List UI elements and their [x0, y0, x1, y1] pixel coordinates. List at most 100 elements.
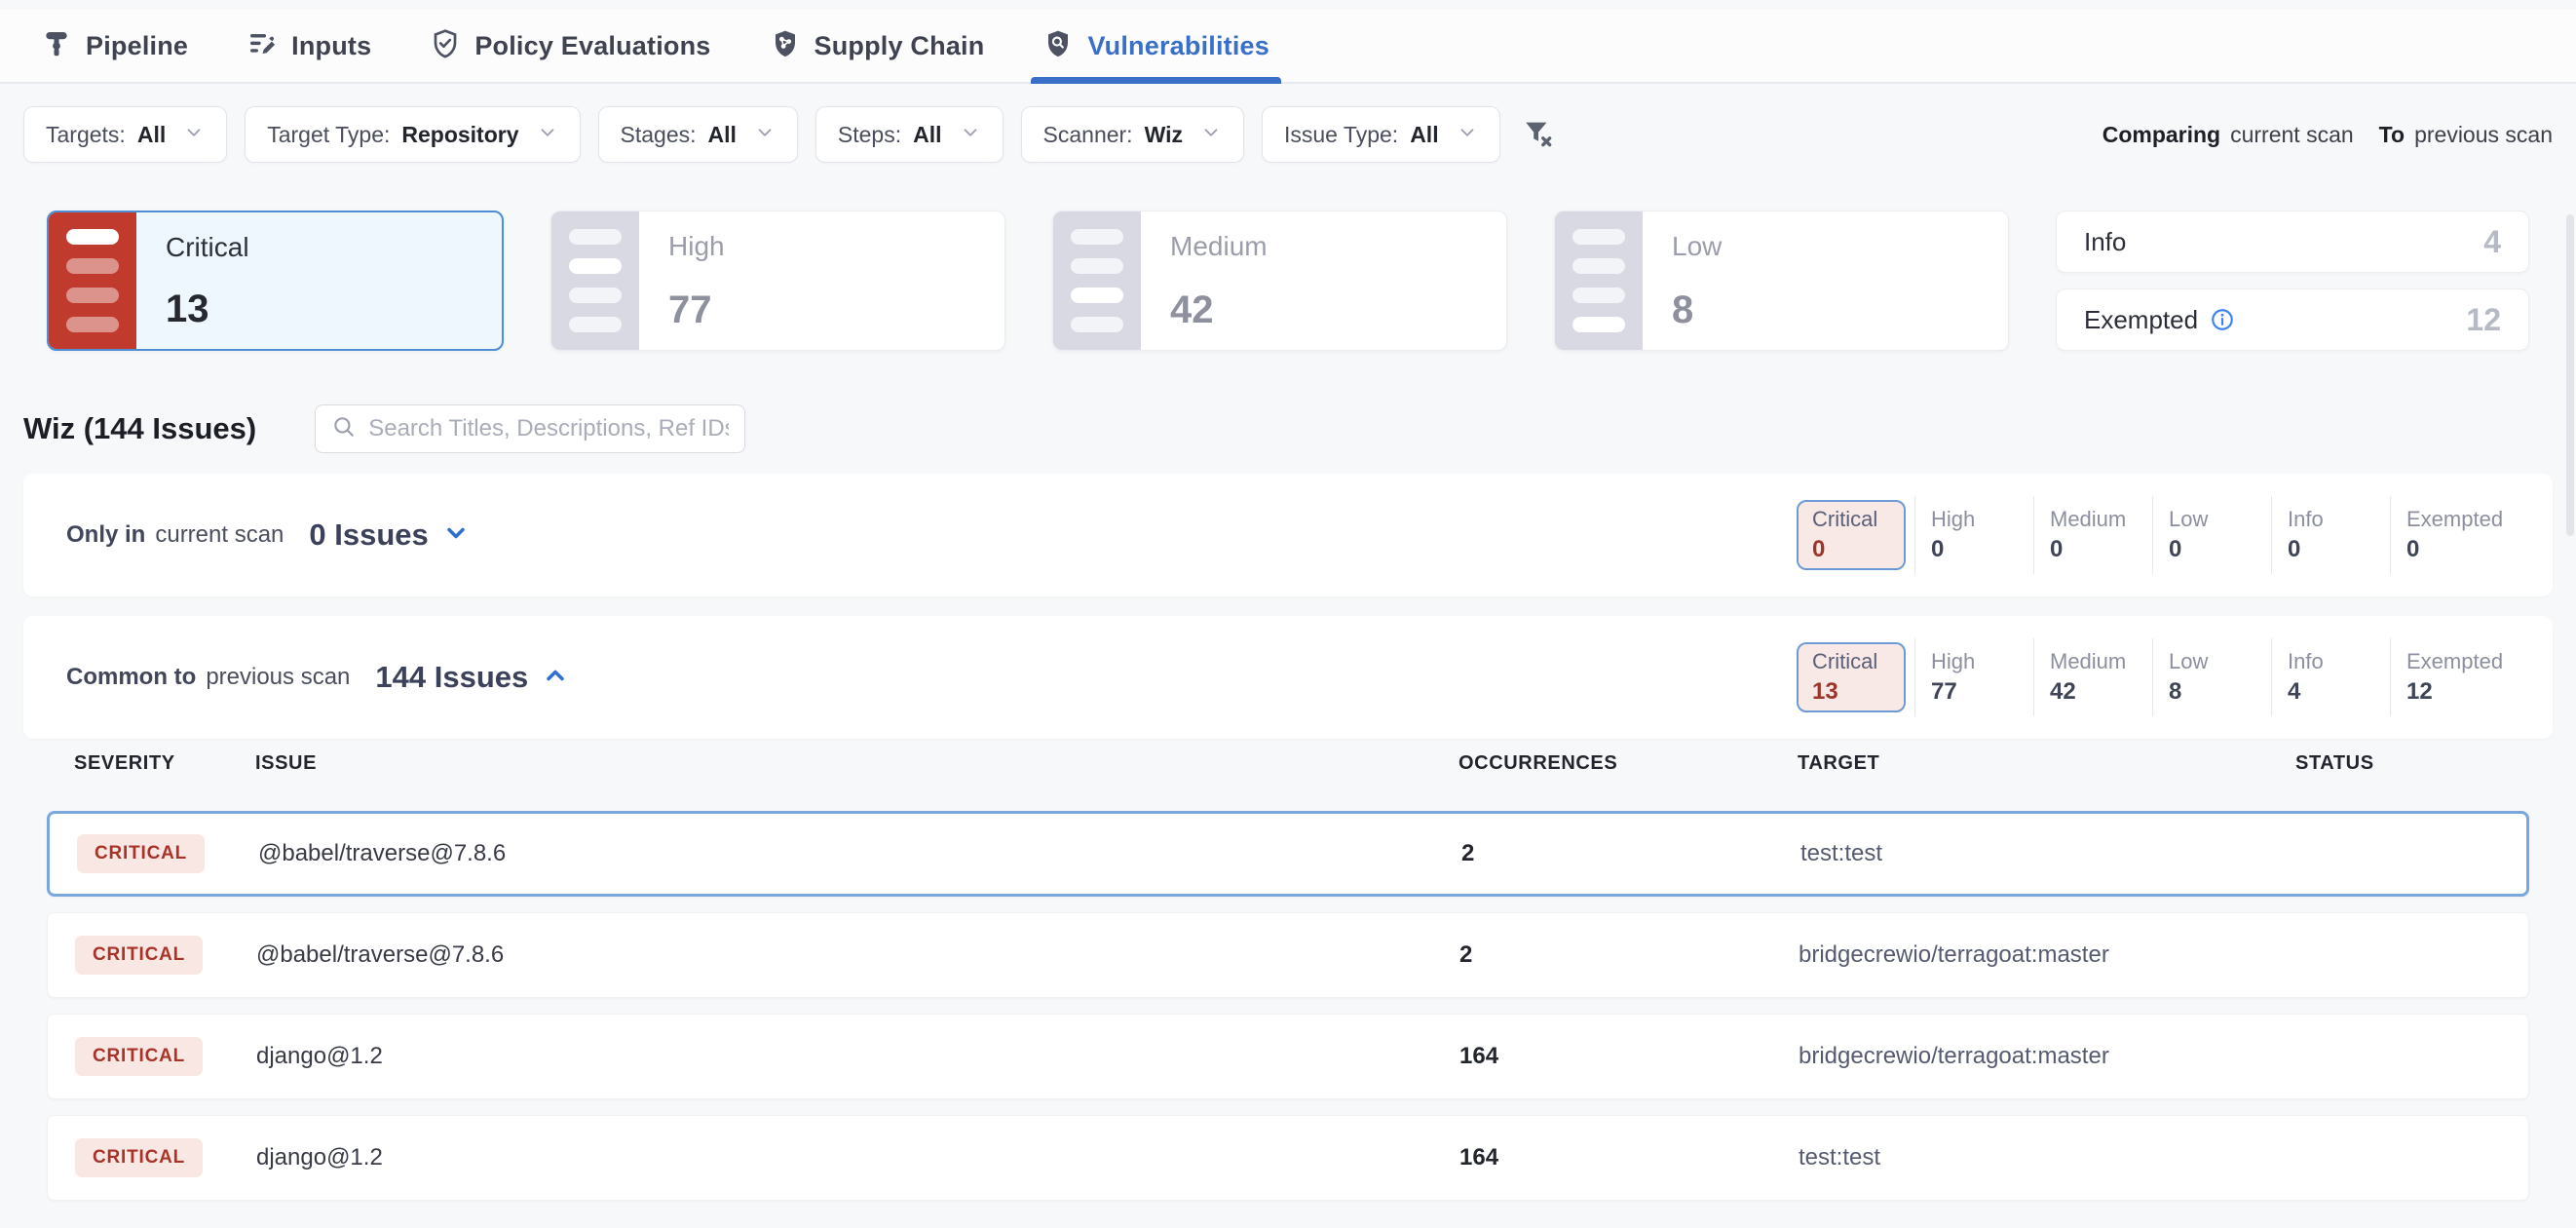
filter-value: All: [708, 122, 737, 148]
target-cell: test:test: [1799, 1144, 1880, 1171]
count-value: 42: [2050, 678, 2152, 706]
search-input[interactable]: [368, 415, 729, 442]
filter-label: Target Type:: [267, 122, 390, 148]
count-medium[interactable]: Medium 0: [2034, 496, 2153, 574]
info-icon[interactable]: [2210, 307, 2235, 332]
clear-filters-button[interactable]: [1522, 117, 1555, 153]
count-value: 0: [2288, 536, 2390, 563]
chevron-down-icon: [954, 122, 981, 148]
comparing-bar: Comparing current scan To previous scan: [2102, 122, 2553, 148]
current-scan-selector[interactable]: current scan: [2230, 122, 2354, 148]
filter-value: All: [137, 122, 166, 148]
only-in-issues-toggle[interactable]: 0 Issues: [309, 518, 469, 553]
count-label: High: [1931, 649, 2033, 674]
occurrences-cell: 164: [1459, 1144, 1498, 1171]
previous-scan-selector[interactable]: previous scan: [2414, 122, 2553, 148]
severity-card-count: 13: [166, 288, 249, 331]
count-label: Critical: [1812, 507, 1904, 532]
common-to-issues-toggle[interactable]: 144 Issues: [375, 660, 569, 695]
count-low[interactable]: Low 0: [2153, 496, 2272, 574]
section-label: current scan: [155, 521, 284, 549]
severity-card-low[interactable]: Low 8: [1554, 211, 2009, 351]
tab-vulnerabilities[interactable]: Vulnerabilities: [1042, 10, 1269, 82]
pipeline-icon: [41, 28, 72, 64]
top-tab-bar: Pipeline Inputs Policy Evaluations Suppl…: [0, 10, 2576, 84]
severity-card-label: Medium: [1170, 231, 1268, 262]
results-title: Wiz (144 Issues): [23, 411, 256, 446]
severity-card-critical[interactable]: Critical 13: [47, 211, 504, 351]
severity-card-count: 77: [668, 288, 725, 332]
issue-cell: @babel/traverse@7.8.6: [256, 941, 504, 969]
count-label: Medium: [2050, 649, 2152, 674]
section-label: previous scan: [206, 664, 350, 691]
count-value: 0: [1812, 536, 1904, 563]
filter-targets[interactable]: Targets: All: [23, 106, 227, 163]
filter-target-type[interactable]: Target Type: Repository: [245, 106, 580, 163]
chevron-down-icon: [748, 122, 776, 148]
target-cell: test:test: [1800, 840, 1882, 867]
occurrences-cell: 2: [1461, 840, 1474, 867]
shield-check-icon: [430, 28, 461, 64]
filter-clear-icon: [1522, 117, 1555, 153]
filter-steps[interactable]: Steps: All: [815, 106, 1004, 163]
count-label: Exempted: [2406, 507, 2510, 532]
filter-stages[interactable]: Stages: All: [598, 106, 798, 163]
filter-value: Wiz: [1145, 122, 1183, 148]
tab-pipeline[interactable]: Pipeline: [41, 10, 188, 82]
severity-gauge-icon: [1053, 211, 1141, 350]
search-icon: [331, 414, 357, 444]
count-value: 8: [2169, 678, 2271, 706]
tab-supply-chain[interactable]: Supply Chain: [770, 10, 985, 82]
info-card[interactable]: Info 4: [2056, 211, 2529, 273]
severity-card-label: Critical: [166, 232, 249, 263]
tab-policy-evaluations[interactable]: Policy Evaluations: [430, 10, 710, 82]
tab-inputs[interactable]: Inputs: [246, 10, 371, 82]
issue-cell: django@1.2: [256, 1043, 383, 1070]
count-medium[interactable]: Medium 42: [2034, 638, 2153, 716]
chevron-down-icon: [177, 122, 205, 148]
chevron-down-icon: [442, 519, 470, 552]
count-high[interactable]: High 0: [1915, 496, 2034, 574]
filter-scanner[interactable]: Scanner: Wiz: [1021, 106, 1244, 163]
chevron-up-icon: [542, 662, 569, 694]
severity-badge: CRITICAL: [77, 834, 205, 873]
count-value: 4: [2288, 678, 2390, 706]
chevron-down-icon: [1194, 122, 1222, 148]
count-value: 0: [2169, 536, 2271, 563]
count-info[interactable]: Info 4: [2272, 638, 2391, 716]
count-value: 0: [2406, 536, 2510, 563]
table-row[interactable]: CRITICAL django@1.2 164 test:test: [47, 1115, 2529, 1201]
severity-gauge-icon: [551, 211, 639, 350]
common-to-previous-scan-section: Common to previous scan 144 Issues Criti…: [23, 616, 2553, 739]
severity-badge: CRITICAL: [75, 1037, 203, 1076]
comparing-to-label: To: [2379, 122, 2405, 148]
count-low[interactable]: Low 8: [2153, 638, 2272, 716]
exempted-card[interactable]: Exempted 12: [2056, 288, 2529, 351]
count-label: Low: [2169, 649, 2271, 674]
vertical-scrollbar[interactable]: [2566, 214, 2574, 536]
severity-card-count: 8: [1672, 288, 1722, 332]
count-critical[interactable]: Critical 0: [1797, 500, 1906, 570]
count-exempted[interactable]: Exempted 12: [2391, 638, 2510, 716]
count-exempted[interactable]: Exempted 0: [2391, 496, 2510, 574]
table-row[interactable]: CRITICAL @babel/traverse@7.8.6 2 bridgec…: [47, 912, 2529, 998]
count-label: Medium: [2050, 507, 2152, 532]
table-row[interactable]: CRITICAL @babel/traverse@7.8.6 2 test:te…: [47, 811, 2529, 897]
severity-card-label: Low: [1672, 231, 1722, 262]
severity-counts-strip: Critical 13 High 77 Medium 42 Low 8 Info…: [1797, 638, 2510, 716]
column-header-target: TARGET: [1798, 752, 1879, 775]
issue-cell: django@1.2: [256, 1144, 383, 1171]
count-high[interactable]: High 77: [1915, 638, 2034, 716]
search-box[interactable]: [315, 404, 745, 453]
severity-card-medium[interactable]: Medium 42: [1052, 211, 1507, 351]
count-value: 77: [1931, 678, 2033, 706]
table-row[interactable]: CRITICAL django@1.2 164 bridgecrewio/ter…: [47, 1014, 2529, 1099]
tab-label: Pipeline: [86, 31, 188, 61]
exempted-card-label: Exempted: [2084, 305, 2198, 335]
count-critical[interactable]: Critical 13: [1797, 642, 1906, 712]
severity-card-high[interactable]: High 77: [550, 211, 1005, 351]
comparing-label: Comparing: [2102, 122, 2220, 148]
count-info[interactable]: Info 0: [2272, 496, 2391, 574]
filter-issue-type[interactable]: Issue Type: All: [1262, 106, 1500, 163]
results-header: Wiz (144 Issues): [23, 402, 2553, 456]
